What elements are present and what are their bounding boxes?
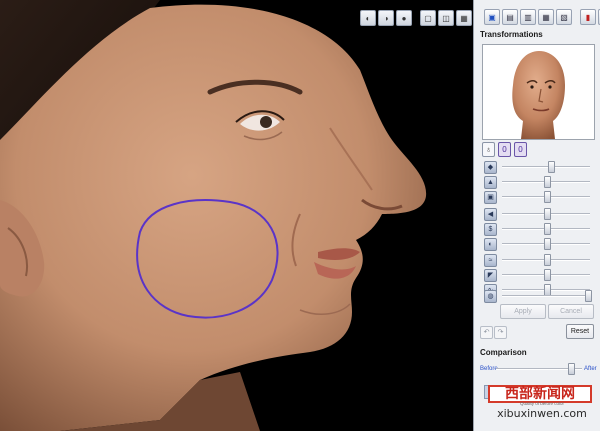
slider-row-lift[interactable]: ▲ bbox=[482, 176, 594, 189]
comparison-slider[interactable] bbox=[496, 363, 582, 375]
mode-button-2[interactable]: 0 bbox=[498, 142, 511, 157]
layout-split-icon[interactable]: ◫ bbox=[438, 10, 454, 26]
mode-button-face[interactable]: ♁ bbox=[482, 142, 495, 157]
face-model-image bbox=[0, 0, 427, 431]
intensity-thumb[interactable] bbox=[585, 290, 593, 302]
slider-row-shape[interactable]: ◤ bbox=[482, 269, 594, 282]
watermark-small-text: Quality of before color bbox=[520, 401, 565, 406]
bald-head-preview-image bbox=[512, 51, 565, 139]
slider-thumb[interactable] bbox=[544, 269, 551, 281]
slider-track[interactable] bbox=[502, 166, 590, 168]
head-preview bbox=[482, 44, 595, 140]
view-front-icon[interactable]: ◐ bbox=[360, 10, 376, 26]
slider-thumb[interactable] bbox=[548, 161, 556, 173]
undo-icon[interactable]: ↶ bbox=[480, 326, 493, 339]
slider-row-cheek[interactable]: ◐ bbox=[482, 238, 594, 251]
save-icon[interactable]: ▥ bbox=[520, 9, 536, 25]
slider-row-move[interactable]: ◀ bbox=[482, 208, 594, 221]
apply-button[interactable]: Apply bbox=[500, 304, 546, 319]
print-icon[interactable]: ▧ bbox=[556, 9, 572, 25]
view-back-icon[interactable]: ● bbox=[396, 10, 412, 26]
export-icon[interactable]: ▦ bbox=[538, 9, 554, 25]
slider-thumb[interactable] bbox=[544, 223, 551, 235]
mode-button-3[interactable]: 0 bbox=[514, 142, 527, 157]
lift-icon[interactable]: ▲ bbox=[484, 176, 497, 189]
texture-icon[interactable]: ▦ bbox=[456, 10, 472, 26]
slider-thumb[interactable] bbox=[544, 238, 551, 250]
slider-row-smooth[interactable]: ≈ bbox=[482, 254, 594, 267]
after-label: After bbox=[584, 366, 597, 372]
comparison-title: Comparison bbox=[480, 348, 527, 357]
transformations-panel: ▣ ▤ ▥ ▦ ▧ ▮ ✎ Transformations ♁ bbox=[473, 0, 600, 431]
view-side-icon[interactable]: ◑ bbox=[378, 10, 394, 26]
palette-icon[interactable]: ▮ bbox=[580, 9, 596, 25]
expand-icon[interactable]: ▣ bbox=[484, 191, 497, 204]
folder-icon[interactable]: ▤ bbox=[502, 9, 518, 25]
reset-button[interactable]: Reset bbox=[566, 324, 594, 339]
cancel-button[interactable]: Cancel bbox=[548, 304, 594, 319]
shape-icon[interactable]: ◤ bbox=[484, 269, 497, 282]
open-icon[interactable]: ▣ bbox=[484, 9, 500, 25]
cheek-icon[interactable]: ◐ bbox=[484, 238, 497, 251]
slider-thumb[interactable] bbox=[544, 191, 551, 203]
transformations-title: Transformations bbox=[480, 30, 543, 39]
comparison-slider-thumb[interactable] bbox=[567, 363, 575, 375]
redo-icon[interactable]: ↷ bbox=[494, 326, 507, 339]
move-icon[interactable]: ◀ bbox=[484, 208, 497, 221]
smooth-icon[interactable]: ≈ bbox=[484, 254, 497, 267]
panel-toolbar: ▣ ▤ ▥ ▦ ▧ ▮ ✎ bbox=[484, 9, 600, 25]
viewport-toolbar: ◐ ◑ ● ▢ ◫ ▦ ◉ ▯ bbox=[360, 10, 473, 26]
intensity-icon[interactable]: ◍ bbox=[484, 290, 497, 303]
watermark-title: 西部新闻网 bbox=[505, 386, 575, 402]
slider-thumb[interactable] bbox=[544, 254, 551, 266]
3d-viewport[interactable]: ◐ ◑ ● ▢ ◫ ▦ ◉ ▯ bbox=[0, 0, 473, 431]
slider-row-volume[interactable]: $ bbox=[482, 223, 594, 236]
slider-row-reshape[interactable]: ◆ bbox=[482, 161, 594, 174]
watermark-url: xibuxinwen.com bbox=[497, 407, 587, 420]
intensity-slider[interactable]: ◍ bbox=[482, 290, 594, 303]
slider-row-expand[interactable]: ▣ bbox=[482, 191, 594, 204]
volume-icon[interactable]: $ bbox=[484, 223, 497, 236]
intensity-track[interactable] bbox=[502, 295, 590, 297]
slider-thumb[interactable] bbox=[544, 176, 551, 188]
layout-single-icon[interactable]: ▢ bbox=[420, 10, 436, 26]
mode-buttons: ♁ 0 0 bbox=[482, 142, 527, 157]
reshape-icon[interactable]: ◆ bbox=[484, 161, 497, 174]
slider-thumb[interactable] bbox=[544, 208, 551, 220]
